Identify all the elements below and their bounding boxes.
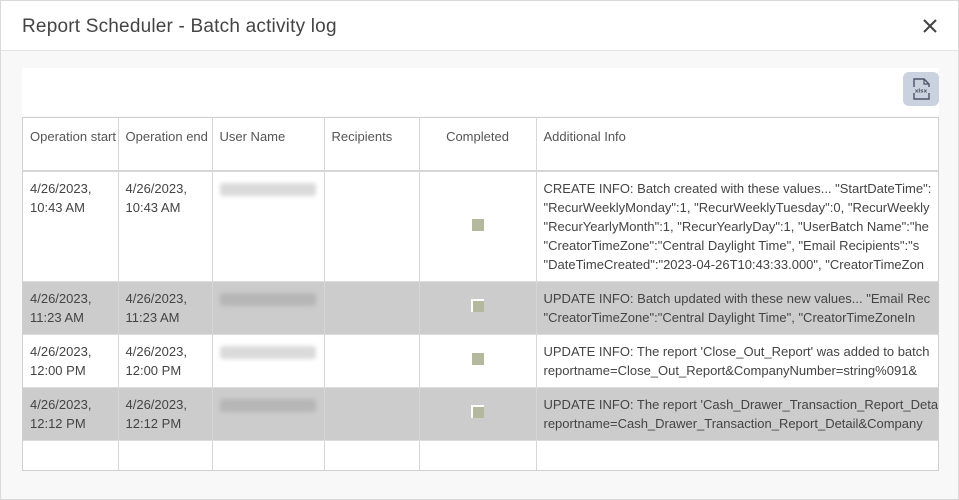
- table-row[interactable]: 4/26/2023, 12:00 PM 4/26/2023, 12:00 PM …: [23, 334, 938, 388]
- column-header-user-name[interactable]: User Name: [212, 118, 325, 172]
- xlsx-glyph: xlsx: [915, 89, 928, 95]
- redacted-user-name: [219, 292, 316, 306]
- user-name-cell: [212, 171, 325, 282]
- user-name-cell: [212, 387, 325, 441]
- info-line: "CreatorTimeZone":"Central Daylight Time…: [543, 309, 916, 325]
- dialog-title: Report Scheduler - Batch activity log: [22, 16, 337, 37]
- completed-cell: [419, 171, 537, 282]
- recipients-cell: [324, 281, 420, 335]
- operation-end-cell: 4/26/2023, 11:23 AM: [118, 281, 213, 335]
- operation-start-cell: 4/26/2023, 12:12 PM: [23, 387, 119, 441]
- table-row[interactable]: 4/26/2023, 11:23 AM 4/26/2023, 11:23 AM …: [23, 281, 938, 335]
- column-header-operation-end[interactable]: Operation end: [118, 118, 213, 172]
- completed-cell: [419, 334, 537, 388]
- info-line: CREATE INFO: Batch created with these va…: [543, 181, 932, 196]
- recipients-cell: [324, 171, 420, 282]
- grid-toolbar: xlsx: [22, 68, 939, 116]
- info-line: "DateTimeCreated":"2023-04-26T10:43:33.0…: [543, 257, 925, 272]
- operation-end-cell: 4/26/2023, 12:00 PM: [118, 334, 213, 388]
- completed-checkbox[interactable]: [471, 353, 484, 365]
- info-line: "RecurYearlyMonth":1, "RecurYearlyDay":1…: [543, 219, 929, 234]
- info-line: UPDATE INFO: The report 'Close_Out_Repor…: [543, 343, 930, 359]
- column-header-operation-start[interactable]: Operation start: [23, 118, 119, 172]
- dialog-titlebar: Report Scheduler - Batch activity log: [1, 1, 958, 51]
- info-line: "CreatorTimeZone":"Central Daylight Time…: [543, 238, 920, 253]
- redacted-user-name: [219, 183, 316, 196]
- additional-info-cell: UPDATE INFO: The report 'Close_Out_Repor…: [536, 334, 938, 388]
- column-header-completed[interactable]: Completed: [419, 118, 537, 172]
- recipients-cell: [324, 387, 420, 441]
- info-line: UPDATE INFO: The report 'Cash_Drawer_Tra…: [543, 396, 939, 412]
- column-header-recipients[interactable]: Recipients: [324, 118, 420, 172]
- info-line: UPDATE INFO: Batch updated with these ne…: [543, 290, 931, 306]
- additional-info-cell: UPDATE INFO: The report 'Cash_Drawer_Tra…: [536, 387, 939, 441]
- additional-info-cell: CREATE INFO: Batch created with these va…: [536, 171, 938, 282]
- empty-table-row: [23, 440, 938, 470]
- completed-checkbox[interactable]: [471, 405, 484, 418]
- export-xlsx-button[interactable]: xlsx: [903, 72, 939, 106]
- column-header-additional-info[interactable]: Additional Info: [536, 118, 938, 172]
- additional-info-cell: UPDATE INFO: Batch updated with these ne…: [536, 281, 938, 335]
- info-line: "RecurWeeklyMonday":1, "RecurWeeklyTuesd…: [543, 200, 930, 215]
- activity-log-grid: Operation start Operation end User Name …: [22, 117, 939, 471]
- info-line: reportname=Cash_Drawer_Transaction_Repor…: [543, 415, 923, 431]
- operation-end-cell: 4/26/2023, 12:12 PM: [118, 387, 213, 441]
- table-row[interactable]: 4/26/2023, 12:12 PM 4/26/2023, 12:12 PM …: [23, 387, 939, 441]
- operation-start-cell: 4/26/2023, 12:00 PM: [23, 334, 119, 388]
- info-line: reportname=Close_Out_Report&CompanyNumbe…: [543, 362, 918, 378]
- activity-log-table: Operation start Operation end User Name …: [23, 118, 939, 470]
- xlsx-export-icon: xlsx: [912, 78, 930, 100]
- completed-cell: [419, 387, 537, 441]
- operation-start-cell: 4/26/2023, 11:23 AM: [23, 281, 119, 335]
- redacted-user-name: [219, 345, 316, 359]
- table-header-row: Operation start Operation end User Name …: [23, 118, 938, 172]
- completed-cell: [419, 281, 537, 335]
- user-name-cell: [212, 281, 325, 335]
- batch-activity-log-dialog: Report Scheduler - Batch activity log xl…: [0, 0, 959, 500]
- user-name-cell: [212, 334, 325, 388]
- close-icon[interactable]: [919, 15, 941, 37]
- table-row[interactable]: 4/26/2023, 10:43 AM 4/26/2023, 10:43 AM …: [23, 171, 938, 282]
- completed-checkbox[interactable]: [471, 299, 484, 312]
- operation-start-cell: 4/26/2023, 10:43 AM: [23, 171, 119, 282]
- completed-checkbox[interactable]: [471, 218, 484, 231]
- operation-end-cell: 4/26/2023, 10:43 AM: [118, 171, 213, 282]
- redacted-user-name: [219, 398, 316, 412]
- recipients-cell: [324, 334, 420, 388]
